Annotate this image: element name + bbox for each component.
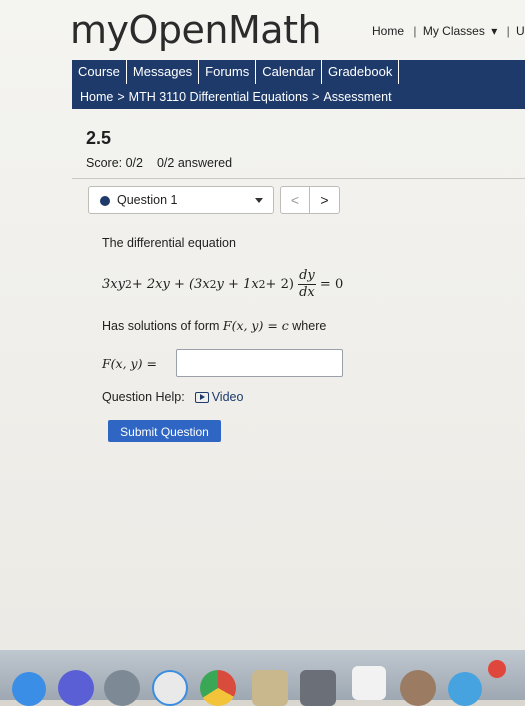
my-classes-link[interactable]: My Classes xyxy=(423,24,485,38)
chrome-icon[interactable] xyxy=(200,670,236,706)
question-help: Question Help: Video xyxy=(102,390,243,404)
solution-form: Has solutions of form F(x, y) = c where xyxy=(102,318,326,333)
user-link-cut[interactable]: U xyxy=(516,24,525,38)
question-pager: < > xyxy=(280,186,340,214)
question-status-dot-icon xyxy=(100,196,110,206)
nav-separator: | xyxy=(506,24,510,38)
os-dock xyxy=(0,650,525,706)
divider xyxy=(72,178,525,179)
screen: myOpenMath Home | My Classes ▾ | U Cours… xyxy=(0,0,525,650)
photos-icon[interactable] xyxy=(252,670,288,706)
breadcrumb-separator: > xyxy=(117,90,125,104)
assessment-title: 2.5 xyxy=(86,128,112,148)
eq-term: + 2xy + (3x xyxy=(131,276,210,292)
eq-term: 3xy xyxy=(102,276,125,292)
eq-exponent: 2 xyxy=(209,277,217,291)
breadcrumb: Home > MTH 3110 Differential Equations > Ass… xyxy=(80,90,392,104)
eq-exponent: 2 xyxy=(124,277,132,291)
eq-exponent: 2 xyxy=(258,277,266,291)
question-prompt: The differential equation xyxy=(102,236,236,250)
breadcrumb-current: Assessment xyxy=(323,90,392,104)
breadcrumb-home[interactable]: Home xyxy=(80,90,113,104)
question-select-label: Question 1 xyxy=(117,193,178,207)
chevron-down-icon[interactable]: ▾ xyxy=(491,24,497,38)
safari-icon[interactable] xyxy=(152,670,188,706)
launchpad-icon[interactable] xyxy=(104,670,140,706)
answer-input[interactable] xyxy=(176,349,343,377)
chevron-down-icon xyxy=(255,198,263,203)
breadcrumb-course[interactable]: MTH 3110 Differential Equations xyxy=(129,90,309,104)
question-help-label: Question Help: xyxy=(102,390,185,404)
breadcrumb-separator: > xyxy=(312,90,320,104)
app-icon[interactable] xyxy=(300,670,336,706)
eq-numerator: dy xyxy=(299,267,315,283)
site-logo[interactable]: myOpenMath xyxy=(70,8,322,52)
app-icon[interactable] xyxy=(448,672,482,706)
home-link[interactable]: Home xyxy=(372,24,404,38)
solution-text-end: where xyxy=(288,319,327,333)
siri-icon[interactable] xyxy=(58,670,94,706)
answered-count: 0/2 answered xyxy=(156,156,233,170)
eq-term: y + 1x xyxy=(216,276,259,292)
finder-icon[interactable] xyxy=(12,672,46,706)
video-label: Video xyxy=(211,390,244,404)
eq-fraction: dy dx xyxy=(297,267,316,300)
video-icon xyxy=(194,391,209,403)
course-navbar: Course Messages Forums Calendar Gradeboo… xyxy=(72,60,525,109)
top-nav: Home | My Classes ▾ | U xyxy=(372,24,525,38)
nav-separator: | xyxy=(413,24,417,38)
nav-item-course[interactable]: Course xyxy=(72,60,127,84)
next-question-button[interactable]: > xyxy=(310,186,340,214)
notification-badge-icon xyxy=(488,660,506,678)
calendar-icon[interactable] xyxy=(352,666,386,700)
score-value: Score: 0/2 xyxy=(86,156,143,170)
nav-item-calendar[interactable]: Calendar xyxy=(256,60,322,84)
question-select[interactable]: Question 1 xyxy=(88,186,274,214)
video-help-link[interactable]: Video xyxy=(194,390,244,404)
differential-equation: 3xy 2 + 2xy + (3x 2 y + 1x 2 + 2) dy dx = 0 xyxy=(102,266,343,302)
eq-term: + 2) xyxy=(265,276,294,292)
score-line: Score: 0/2 0/2 answered xyxy=(86,156,232,170)
submit-question-button[interactable]: Submit Question xyxy=(108,420,221,442)
nav-item-forums[interactable]: Forums xyxy=(199,60,257,84)
course-menu: Course Messages Forums Calendar Gradeboo… xyxy=(72,60,400,84)
solution-text: Has solutions of form xyxy=(102,319,223,333)
app-icon[interactable] xyxy=(400,670,436,706)
eq-tail: = 0 xyxy=(319,276,344,292)
nav-item-gradebook[interactable]: Gradebook xyxy=(322,60,400,84)
answer-label: F(x, y) = xyxy=(102,356,157,371)
nav-item-messages[interactable]: Messages xyxy=(127,60,200,84)
solution-math: F(x, y) = c xyxy=(222,318,289,333)
prev-question-button[interactable]: < xyxy=(280,186,310,214)
eq-denominator: dx xyxy=(299,284,315,300)
